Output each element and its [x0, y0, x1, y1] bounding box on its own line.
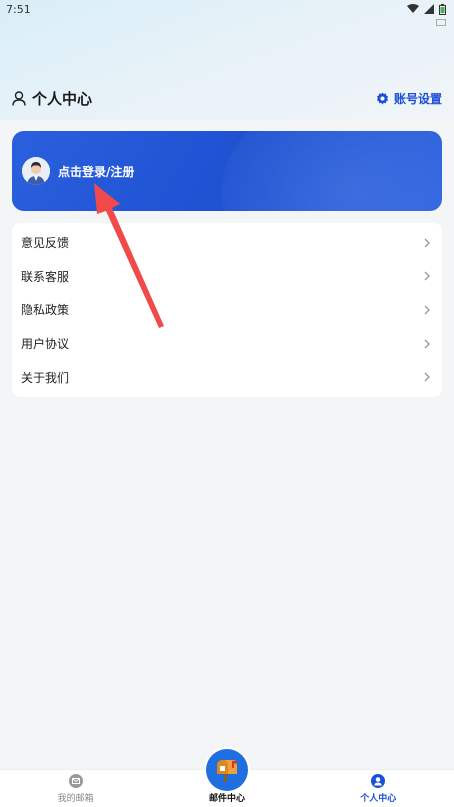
- battery-icon: [439, 3, 446, 15]
- menu-item-privacy-policy[interactable]: 隐私政策: [12, 293, 442, 327]
- user-icon: [371, 774, 386, 788]
- bottom-tab-bar: 我的邮箱 邮件中心 个人中心: [0, 749, 454, 807]
- tab-mail-center[interactable]: 邮件中心: [167, 749, 287, 804]
- mail-icon: [68, 774, 83, 788]
- signal-icon: [424, 4, 434, 14]
- chevron-right-icon: [424, 339, 430, 349]
- header-title-group: 个人中心: [12, 88, 92, 109]
- chevron-right-icon: [424, 238, 430, 248]
- mailbox-icon: [216, 760, 237, 782]
- avatar-icon: [22, 157, 50, 185]
- page-header: 个人中心 账号设置: [0, 84, 454, 112]
- wifi-icon: [407, 4, 419, 13]
- status-bar: 7:51: [0, 0, 454, 18]
- chevron-right-icon: [424, 271, 430, 281]
- chevron-right-icon: [424, 305, 430, 315]
- avatar: [22, 157, 50, 185]
- tab-label: 邮件中心: [208, 794, 245, 804]
- login-register-link[interactable]: 点击登录/注册: [58, 163, 134, 180]
- menu-list: 意见反馈 联系客服 隐私政策 用户协议 关于我们: [12, 223, 442, 397]
- gear-icon: [376, 91, 389, 104]
- menu-item-feedback[interactable]: 意见反馈: [12, 226, 442, 260]
- page-title: 个人中心: [32, 89, 93, 108]
- chevron-right-icon: [424, 372, 430, 382]
- mail-center-button[interactable]: [205, 749, 248, 791]
- status-icons: [407, 3, 446, 15]
- menu-item-user-agreement[interactable]: 用户协议: [12, 327, 442, 361]
- user-outline-icon: [12, 90, 26, 106]
- tab-label: 个人中心: [360, 794, 397, 804]
- tab-my-mailbox[interactable]: 我的邮箱: [16, 774, 136, 804]
- status-time: 7:51: [6, 2, 31, 16]
- menu-item-label: 联系客服: [21, 269, 70, 284]
- menu-item-label: 意见反馈: [21, 236, 70, 251]
- menu-item-about-us[interactable]: 关于我们: [12, 360, 442, 394]
- annotation-arrow: [94, 183, 164, 328]
- sim-icon: [436, 19, 446, 26]
- menu-item-label: 隐私政策: [21, 303, 70, 318]
- login-card[interactable]: 点击登录/注册: [12, 131, 442, 211]
- menu-item-contact-support[interactable]: 联系客服: [12, 260, 442, 294]
- tab-personal-center[interactable]: 个人中心: [318, 774, 438, 804]
- account-settings-label: 账号设置: [393, 91, 442, 106]
- card-decoration: [222, 131, 442, 211]
- account-settings-button[interactable]: 账号设置: [376, 90, 442, 107]
- tab-label: 我的邮箱: [57, 794, 94, 804]
- menu-item-label: 关于我们: [21, 370, 70, 385]
- menu-item-label: 用户协议: [21, 337, 70, 352]
